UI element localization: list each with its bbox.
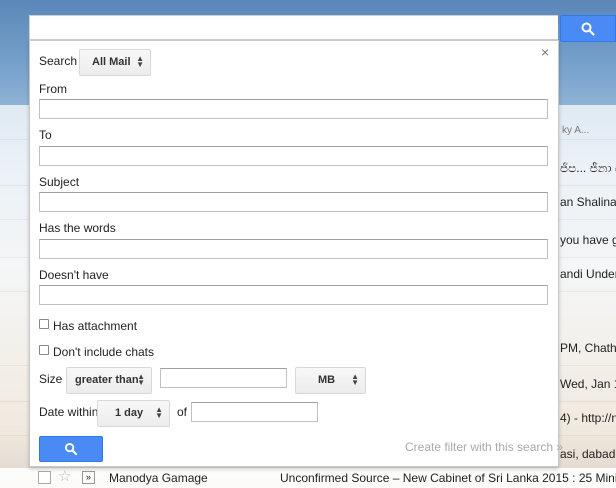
date-of-field[interactable] [191,402,318,422]
mail-subject: Unconfirmed Source – New Cabinet of Sri … [280,471,616,485]
subject-field[interactable] [39,192,548,212]
date-within-select[interactable]: 1 day ▲ ▼ [97,400,170,427]
from-field[interactable] [39,99,548,119]
from-label: From [39,82,67,96]
search-input[interactable] [29,15,558,40]
has-words-field[interactable] [39,239,548,259]
size-unit-value: MB [318,374,336,386]
no-chats-checkbox[interactable] [39,345,49,355]
chevron-updown-icon: ▲ ▼ [137,372,145,387]
mail-snippet: ky A... [562,125,590,136]
to-label: To [39,128,52,142]
size-label: Size [39,372,63,386]
search-icon [581,22,595,36]
date-within-value: 1 day [115,407,144,419]
star-icon[interactable]: ☆ [58,468,71,486]
close-icon[interactable]: × [541,45,549,59]
has-attachment-label: Has attachment [53,319,138,333]
subject-label: Subject [39,175,80,189]
importance-marker-icon[interactable]: » [82,471,95,484]
date-within-label: Date within [39,405,99,419]
no-chats-label: Don't include chats [53,345,155,359]
search-button[interactable] [560,15,616,42]
to-field[interactable] [39,146,548,166]
size-operator-value: greater than [75,374,139,386]
size-unit-select[interactable]: MB ▲ ▼ [295,367,366,394]
mail-snippet: ජිප... ජීනා ජ [560,161,616,175]
size-operator-select[interactable]: greater than ▲ ▼ [66,367,152,394]
mail-row[interactable]: ☆ » Manodya Gamage Unconfirmed Source – … [0,468,616,488]
mail-snippet: PM, Chathu [560,341,616,355]
of-label: of [177,405,188,419]
create-filter-link[interactable]: Create filter with this search » [405,440,563,454]
chevron-updown-icon: ▲ ▼ [351,372,359,387]
search-scope-select[interactable]: All Mail ▲ ▼ [79,49,151,76]
chevron-updown-icon: ▲ ▼ [136,54,144,69]
mail-snippet: Wed, Jan 1 [560,377,616,391]
mail-snippet: 4) - http://n [560,411,616,425]
row-checkbox[interactable] [38,471,51,484]
mail-sender: Manodya Gamage [109,471,208,485]
search-scope-value: All Mail [92,56,131,68]
search-icon [64,442,78,456]
advanced-search-button[interactable] [39,436,103,462]
doesnt-have-label: Doesn't have [39,268,109,282]
search-scope-label: Search [39,54,78,68]
has-attachment-checkbox[interactable] [39,319,49,329]
mail-snippet: you have gi [560,233,616,247]
chevron-updown-icon: ▲ ▼ [155,405,163,420]
mail-snippet: asi, dabadiv [560,447,616,461]
mail-snippet: andi Under [560,267,616,281]
advanced-search-panel: × Search All Mail ▲ ▼ From To Subject Has… [29,40,563,467]
mail-snippet: an Shalina N [560,195,616,209]
size-value-field[interactable] [160,368,287,388]
has-words-label: Has the words [39,221,116,235]
doesnt-have-field[interactable] [39,285,548,305]
